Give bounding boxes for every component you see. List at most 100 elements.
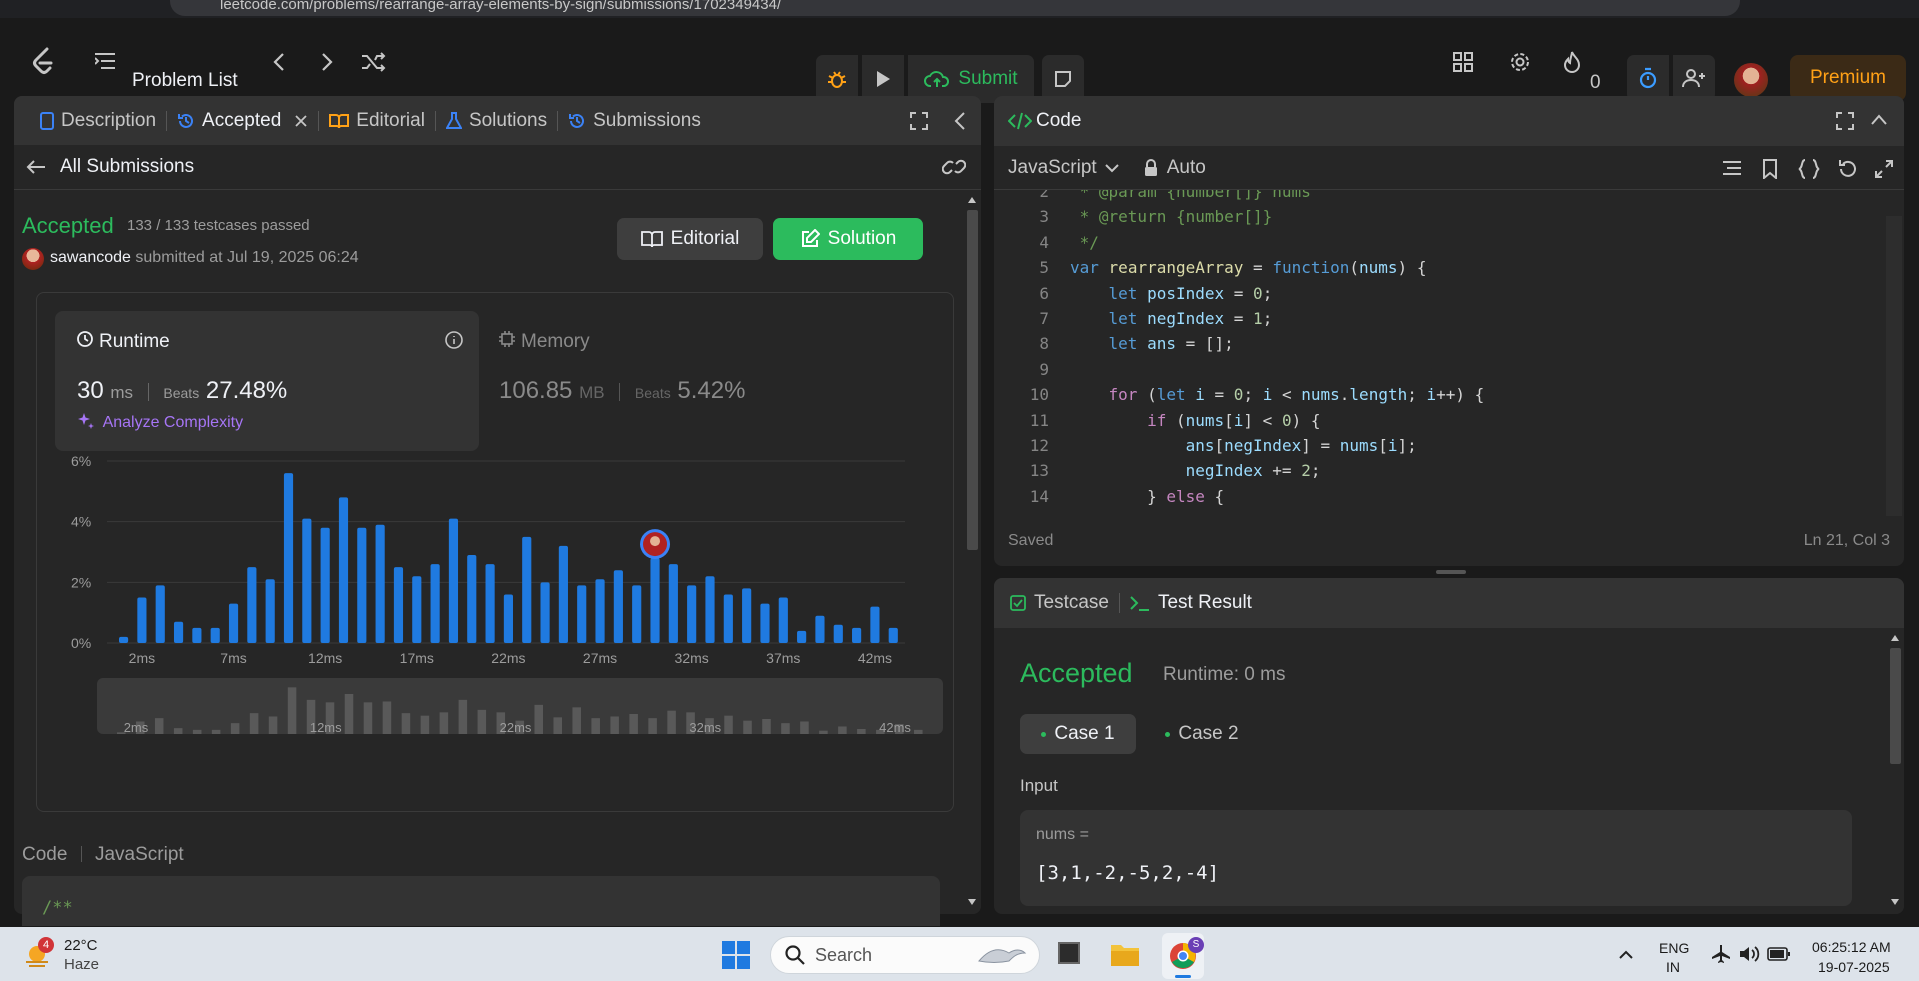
tab-description[interactable]: Description [32, 110, 164, 132]
minimap-bar [173, 728, 183, 734]
streak-flame-icon[interactable] [1563, 51, 1581, 73]
weather-widget[interactable]: 4 22°C Haze [22, 935, 142, 975]
volume-icon[interactable] [1738, 944, 1760, 964]
editorial-button[interactable]: Editorial [617, 218, 763, 260]
format-icon[interactable] [1722, 160, 1742, 176]
code-editor[interactable]: 2 * @param {number[]} nums 3 * @return {n… [994, 190, 1904, 508]
info-icon[interactable] [445, 331, 463, 349]
code-line[interactable]: let posIndex = 0; [1070, 284, 1273, 303]
tab-divider [434, 110, 436, 131]
code-panel-header: Code [994, 96, 1904, 146]
collapse-up-icon[interactable] [1870, 114, 1888, 126]
code-line[interactable]: for (let i = 0; i < nums.length; i++) { [1070, 385, 1485, 404]
code-line[interactable]: if (nums[i] < 0) { [1070, 411, 1320, 430]
share-link-icon[interactable] [942, 158, 966, 176]
input-region[interactable]: IN [1666, 959, 1680, 975]
code-line[interactable]: } else { [1070, 487, 1224, 506]
list-icon[interactable] [95, 52, 115, 70]
windows-start-icon[interactable] [722, 941, 750, 969]
url-text[interactable]: leetcode.com/problems/rearrange-array-el… [220, 0, 781, 13]
left-scrollbar[interactable] [963, 192, 981, 914]
close-tab-icon[interactable] [294, 114, 308, 128]
variable-value[interactable]: [3,1,-2,-5,2,-4] [1036, 862, 1219, 884]
separator [147, 382, 149, 401]
input-label: Input [1020, 776, 1058, 795]
minimap-bar [458, 699, 468, 734]
add-friend-button[interactable] [1673, 55, 1715, 101]
search-icon [785, 945, 805, 965]
chart-bar [650, 558, 660, 643]
tab-solutions[interactable]: Solutions [438, 110, 555, 132]
chevron-up-icon[interactable] [1618, 949, 1634, 959]
chevron-down-icon[interactable] [1104, 163, 1119, 173]
maximize-icon[interactable] [1836, 112, 1854, 130]
memory-value-row: 106.85 MB Beats 5.42% [499, 377, 745, 405]
next-problem-icon[interactable] [320, 52, 334, 72]
case-2-tab[interactable]: Case 2 [1144, 714, 1260, 754]
runtime-distribution-chart[interactable]: 0% 2% 4% 6% 2ms 7ms 12ms 17ms 22ms 27ms 32ms 37ms 42… [37, 453, 953, 793]
braces-icon[interactable] [1798, 159, 1820, 179]
scroll-down-icon[interactable] [1890, 898, 1900, 906]
user-avatar[interactable] [1734, 63, 1768, 97]
prev-problem-icon[interactable] [272, 52, 286, 72]
scroll-down-icon[interactable] [967, 898, 977, 906]
code-line[interactable]: * @return {number[]} [1070, 207, 1273, 226]
panel-resize-handle[interactable] [1436, 570, 1466, 574]
memory-beats: 5.42% [677, 377, 746, 404]
code-line[interactable]: ans[negIndex] = nums[i]; [1070, 436, 1417, 455]
shuffle-icon[interactable] [362, 52, 386, 72]
clock-date[interactable]: 19-07-2025 [1818, 959, 1890, 975]
username[interactable]: sawancode [50, 249, 131, 266]
all-submissions-link[interactable]: All Submissions [60, 156, 194, 178]
file-explorer-icon[interactable] [1110, 941, 1140, 967]
scrollbar-thumb[interactable] [1890, 648, 1901, 764]
leetcode-logo-icon[interactable] [30, 46, 56, 76]
settings-gear-icon[interactable] [1509, 51, 1531, 73]
language-select[interactable]: JavaScript [1008, 157, 1097, 179]
problem-list-link[interactable]: Problem List [132, 70, 238, 92]
tab-testcase[interactable]: Testcase [1010, 592, 1109, 614]
case-1-tab[interactable]: Case 1 [1020, 714, 1136, 754]
taskbar-search[interactable]: Search [770, 936, 1040, 974]
runtime-beats: 27.48% [205, 377, 288, 404]
fullscreen-icon[interactable] [1875, 160, 1893, 178]
memory-card[interactable]: Memory 106.85 MB Beats 5.42% [499, 311, 929, 451]
chrome-app-button[interactable]: S [1162, 933, 1204, 979]
auto-mode[interactable]: Auto [1167, 157, 1206, 179]
solution-button[interactable]: Solution [773, 218, 923, 260]
maximize-icon[interactable] [910, 112, 928, 130]
chart-bar [375, 524, 385, 643]
minimap-bar [572, 707, 581, 734]
analyze-complexity-link[interactable]: Analyze Complexity [77, 412, 243, 432]
runtime-card[interactable]: Runtime 30 ms Beats 27.48% Analyze Compl… [55, 311, 479, 451]
code-line[interactable]: let negIndex = 1; [1070, 309, 1273, 328]
reset-icon[interactable] [1838, 159, 1858, 179]
editor-scrollbar[interactable] [1886, 216, 1902, 516]
taskbar-app-files[interactable] [1058, 942, 1080, 964]
scroll-up-icon[interactable] [1890, 634, 1900, 642]
layout-icon[interactable] [1453, 52, 1473, 72]
scrollbar-thumb[interactable] [967, 210, 978, 550]
result-scrollbar[interactable] [1886, 628, 1904, 914]
code-line[interactable]: * @param {number[]} nums [1070, 190, 1311, 201]
tab-editorial[interactable]: Editorial [321, 110, 433, 132]
back-arrow-icon[interactable] [26, 159, 46, 175]
battery-icon[interactable] [1767, 946, 1791, 962]
timer-button[interactable] [1627, 55, 1669, 101]
code-line[interactable]: let ans = []; [1070, 334, 1234, 353]
code-line[interactable]: negIndex += 2; [1070, 461, 1321, 480]
tab-submissions[interactable]: Submissions [560, 110, 709, 132]
minimap-bar [344, 694, 354, 734]
tab-test-result[interactable]: Test Result [1130, 592, 1252, 614]
scroll-up-icon[interactable] [967, 196, 977, 204]
input-language[interactable]: ENG [1659, 940, 1689, 956]
profile-badge: S [1188, 937, 1204, 953]
collapse-icon[interactable] [954, 111, 966, 131]
bookmark-icon[interactable] [1762, 159, 1778, 179]
airplane-mode-icon[interactable] [1710, 944, 1730, 964]
code-line[interactable]: */ [1070, 233, 1099, 252]
tab-accepted[interactable]: Accepted [169, 110, 316, 132]
code-line[interactable]: var rearrangeArray = function(nums) { [1070, 258, 1426, 277]
clock-time[interactable]: 06:25:12 AM [1812, 939, 1891, 955]
premium-button[interactable]: Premium [1790, 55, 1906, 101]
